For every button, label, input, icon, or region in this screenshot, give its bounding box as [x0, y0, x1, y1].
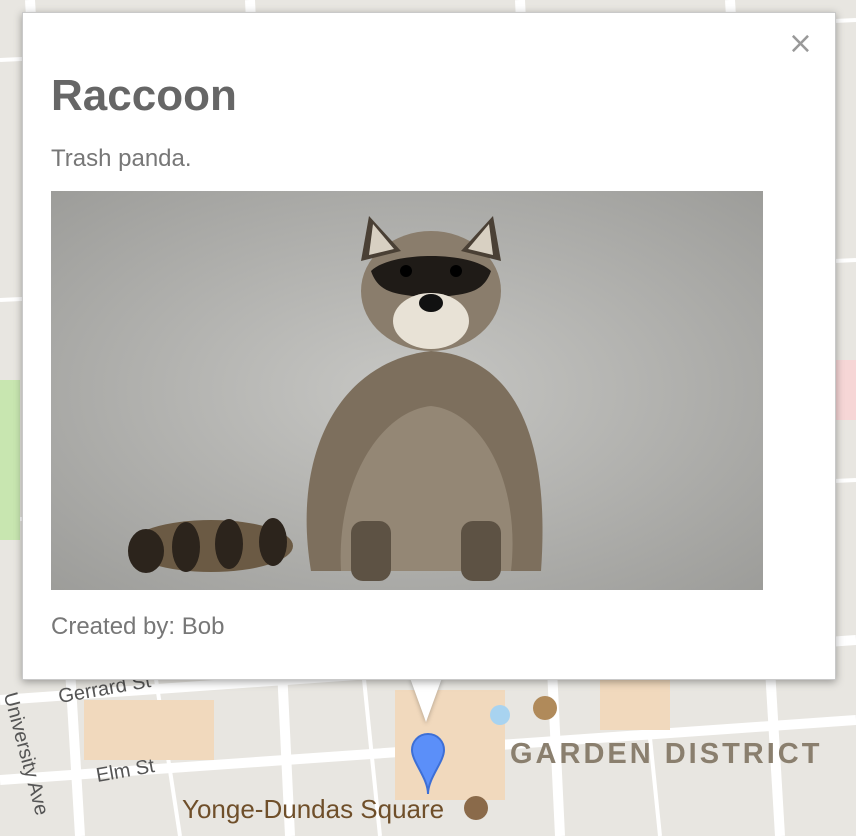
map-label-yonge-dundas: Yonge-Dundas Square: [182, 794, 445, 824]
created-by-value: Bob: [181, 613, 225, 640]
map-marker-icon[interactable]: [410, 732, 446, 796]
info-popup: × Raccoon Trash panda. Created by: Bob: [22, 12, 836, 680]
map-label-garden-district: GARDEN DISTRICT: [510, 738, 823, 770]
popup-tail: [410, 678, 442, 722]
created-by: Created by: Bob: [51, 613, 224, 641]
close-icon[interactable]: ×: [788, 29, 813, 59]
popup-title: Raccoon: [51, 71, 237, 120]
raccoon-photo: [51, 191, 763, 590]
created-by-label: Created by:: [51, 613, 182, 640]
popup-description: Trash panda.: [51, 145, 192, 172]
